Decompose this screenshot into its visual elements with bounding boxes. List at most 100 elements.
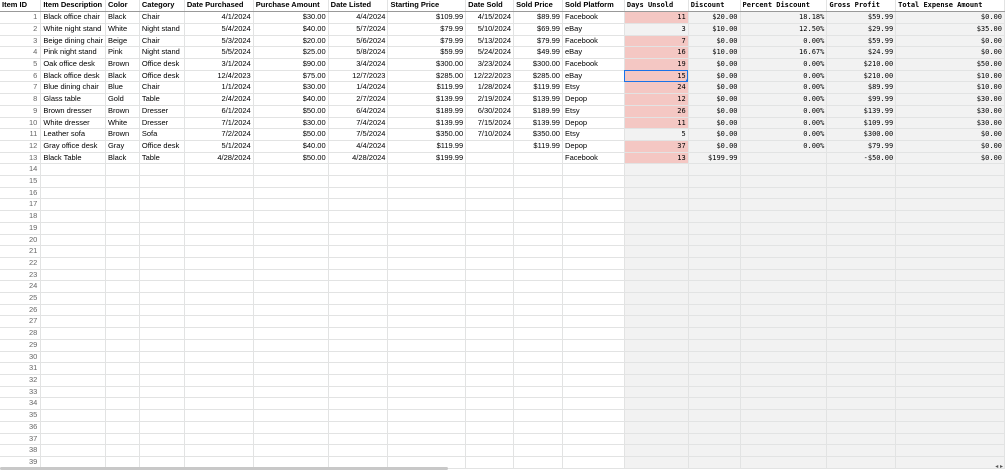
cell[interactable] bbox=[895, 327, 1005, 340]
cell[interactable]: $40.00 bbox=[253, 23, 329, 36]
cell[interactable] bbox=[562, 421, 625, 434]
cell[interactable] bbox=[826, 175, 897, 188]
cell[interactable] bbox=[895, 257, 1005, 270]
cell[interactable] bbox=[253, 409, 329, 422]
cell[interactable]: Pink night stand bbox=[40, 46, 106, 59]
cell[interactable] bbox=[184, 257, 254, 270]
cell[interactable] bbox=[562, 304, 625, 317]
cell[interactable]: 7/1/2024 bbox=[184, 117, 254, 130]
cell[interactable] bbox=[465, 140, 515, 153]
cell[interactable]: 26 bbox=[624, 105, 689, 118]
cell[interactable]: $79.99 bbox=[826, 140, 897, 153]
cell[interactable] bbox=[688, 339, 741, 352]
cell[interactable] bbox=[826, 198, 897, 212]
cell[interactable] bbox=[139, 327, 185, 340]
cell[interactable] bbox=[688, 409, 741, 422]
cell[interactable] bbox=[253, 327, 329, 340]
cell[interactable]: Gray bbox=[105, 140, 140, 153]
cell[interactable]: 7/2/2024 bbox=[184, 128, 254, 141]
cell[interactable]: 7/15/2024 bbox=[465, 117, 515, 130]
column-header[interactable]: Discount bbox=[688, 0, 741, 13]
cell[interactable] bbox=[624, 210, 689, 223]
row-number[interactable]: 6 bbox=[0, 70, 42, 83]
cell[interactable]: $300.00 bbox=[513, 58, 563, 71]
cell[interactable] bbox=[40, 222, 106, 235]
cell[interactable]: $139.99 bbox=[826, 105, 897, 118]
cell[interactable]: $35.00 bbox=[895, 23, 1005, 36]
cell[interactable] bbox=[624, 339, 689, 352]
cell[interactable] bbox=[895, 362, 1005, 375]
cell[interactable]: 3 bbox=[624, 23, 689, 36]
cell[interactable]: -$50.00 bbox=[826, 152, 897, 165]
row-number[interactable]: 27 bbox=[0, 315, 42, 329]
cell[interactable] bbox=[624, 245, 689, 258]
cell[interactable] bbox=[895, 433, 1005, 446]
row-number[interactable]: 10 bbox=[0, 117, 42, 130]
cell[interactable]: $99.99 bbox=[826, 93, 897, 106]
cell[interactable] bbox=[562, 269, 625, 282]
row-number[interactable]: 17 bbox=[0, 198, 42, 212]
cell[interactable] bbox=[105, 187, 140, 200]
cell[interactable] bbox=[562, 292, 625, 305]
cell[interactable] bbox=[387, 210, 467, 223]
cell[interactable] bbox=[387, 175, 467, 188]
cell[interactable] bbox=[40, 397, 106, 411]
cell[interactable] bbox=[387, 198, 467, 212]
cell[interactable] bbox=[105, 397, 140, 411]
cell[interactable]: $79.99 bbox=[387, 35, 467, 48]
cell[interactable]: 4/1/2024 bbox=[184, 11, 254, 24]
cell[interactable] bbox=[465, 351, 515, 364]
cell[interactable]: Gray office desk bbox=[40, 140, 106, 153]
cell[interactable]: $285.00 bbox=[513, 70, 563, 83]
cell[interactable]: Pink bbox=[105, 46, 140, 59]
cell[interactable]: $139.99 bbox=[387, 93, 467, 106]
cell[interactable]: $0.00 bbox=[688, 93, 741, 106]
row-number[interactable]: 34 bbox=[0, 397, 42, 411]
cell[interactable] bbox=[826, 374, 897, 387]
cell[interactable] bbox=[826, 433, 897, 446]
cell[interactable]: $210.00 bbox=[826, 58, 897, 71]
cell[interactable] bbox=[688, 374, 741, 387]
row-number[interactable]: 14 bbox=[0, 163, 42, 177]
cell[interactable] bbox=[40, 444, 106, 457]
cell[interactable] bbox=[105, 163, 140, 177]
cell[interactable]: Brown dresser bbox=[40, 105, 106, 118]
cell[interactable]: 19 bbox=[624, 58, 689, 71]
cell[interactable] bbox=[740, 304, 828, 317]
cell[interactable]: $59.99 bbox=[826, 35, 897, 48]
scroll-arrows-icon[interactable]: ◂ ▸ bbox=[995, 463, 1003, 470]
cell[interactable] bbox=[105, 409, 140, 422]
cell[interactable] bbox=[624, 187, 689, 200]
cell[interactable] bbox=[253, 198, 329, 212]
cell[interactable]: $0.00 bbox=[895, 46, 1005, 59]
cell[interactable] bbox=[740, 292, 828, 305]
cell[interactable] bbox=[184, 234, 254, 247]
cell[interactable]: Night stand bbox=[139, 46, 185, 59]
cell[interactable]: White bbox=[105, 23, 140, 36]
cell[interactable] bbox=[465, 339, 515, 352]
cell[interactable] bbox=[465, 198, 515, 212]
cell[interactable]: eBay bbox=[562, 70, 625, 83]
cell[interactable]: 7 bbox=[624, 35, 689, 48]
cell[interactable] bbox=[624, 315, 689, 329]
cell[interactable] bbox=[253, 280, 329, 294]
cell[interactable] bbox=[184, 421, 254, 434]
cell[interactable] bbox=[740, 198, 828, 212]
cell[interactable] bbox=[688, 222, 741, 235]
cell[interactable] bbox=[688, 198, 741, 212]
cell[interactable] bbox=[387, 280, 467, 294]
cell[interactable]: $20.00 bbox=[688, 11, 741, 24]
cell[interactable]: $30.00 bbox=[253, 81, 329, 95]
cell[interactable]: 0.00% bbox=[740, 58, 828, 71]
cell[interactable] bbox=[513, 444, 563, 457]
cell[interactable] bbox=[139, 397, 185, 411]
cell[interactable]: $0.00 bbox=[688, 58, 741, 71]
cell[interactable]: Black office chair bbox=[40, 11, 106, 24]
selected-cell[interactable]: 15 bbox=[624, 70, 689, 83]
cell[interactable]: 13 bbox=[624, 152, 689, 165]
cell[interactable] bbox=[895, 292, 1005, 305]
cell[interactable] bbox=[328, 386, 389, 399]
row-number[interactable]: 4 bbox=[0, 46, 42, 59]
cell[interactable] bbox=[895, 339, 1005, 352]
cell[interactable] bbox=[105, 292, 140, 305]
